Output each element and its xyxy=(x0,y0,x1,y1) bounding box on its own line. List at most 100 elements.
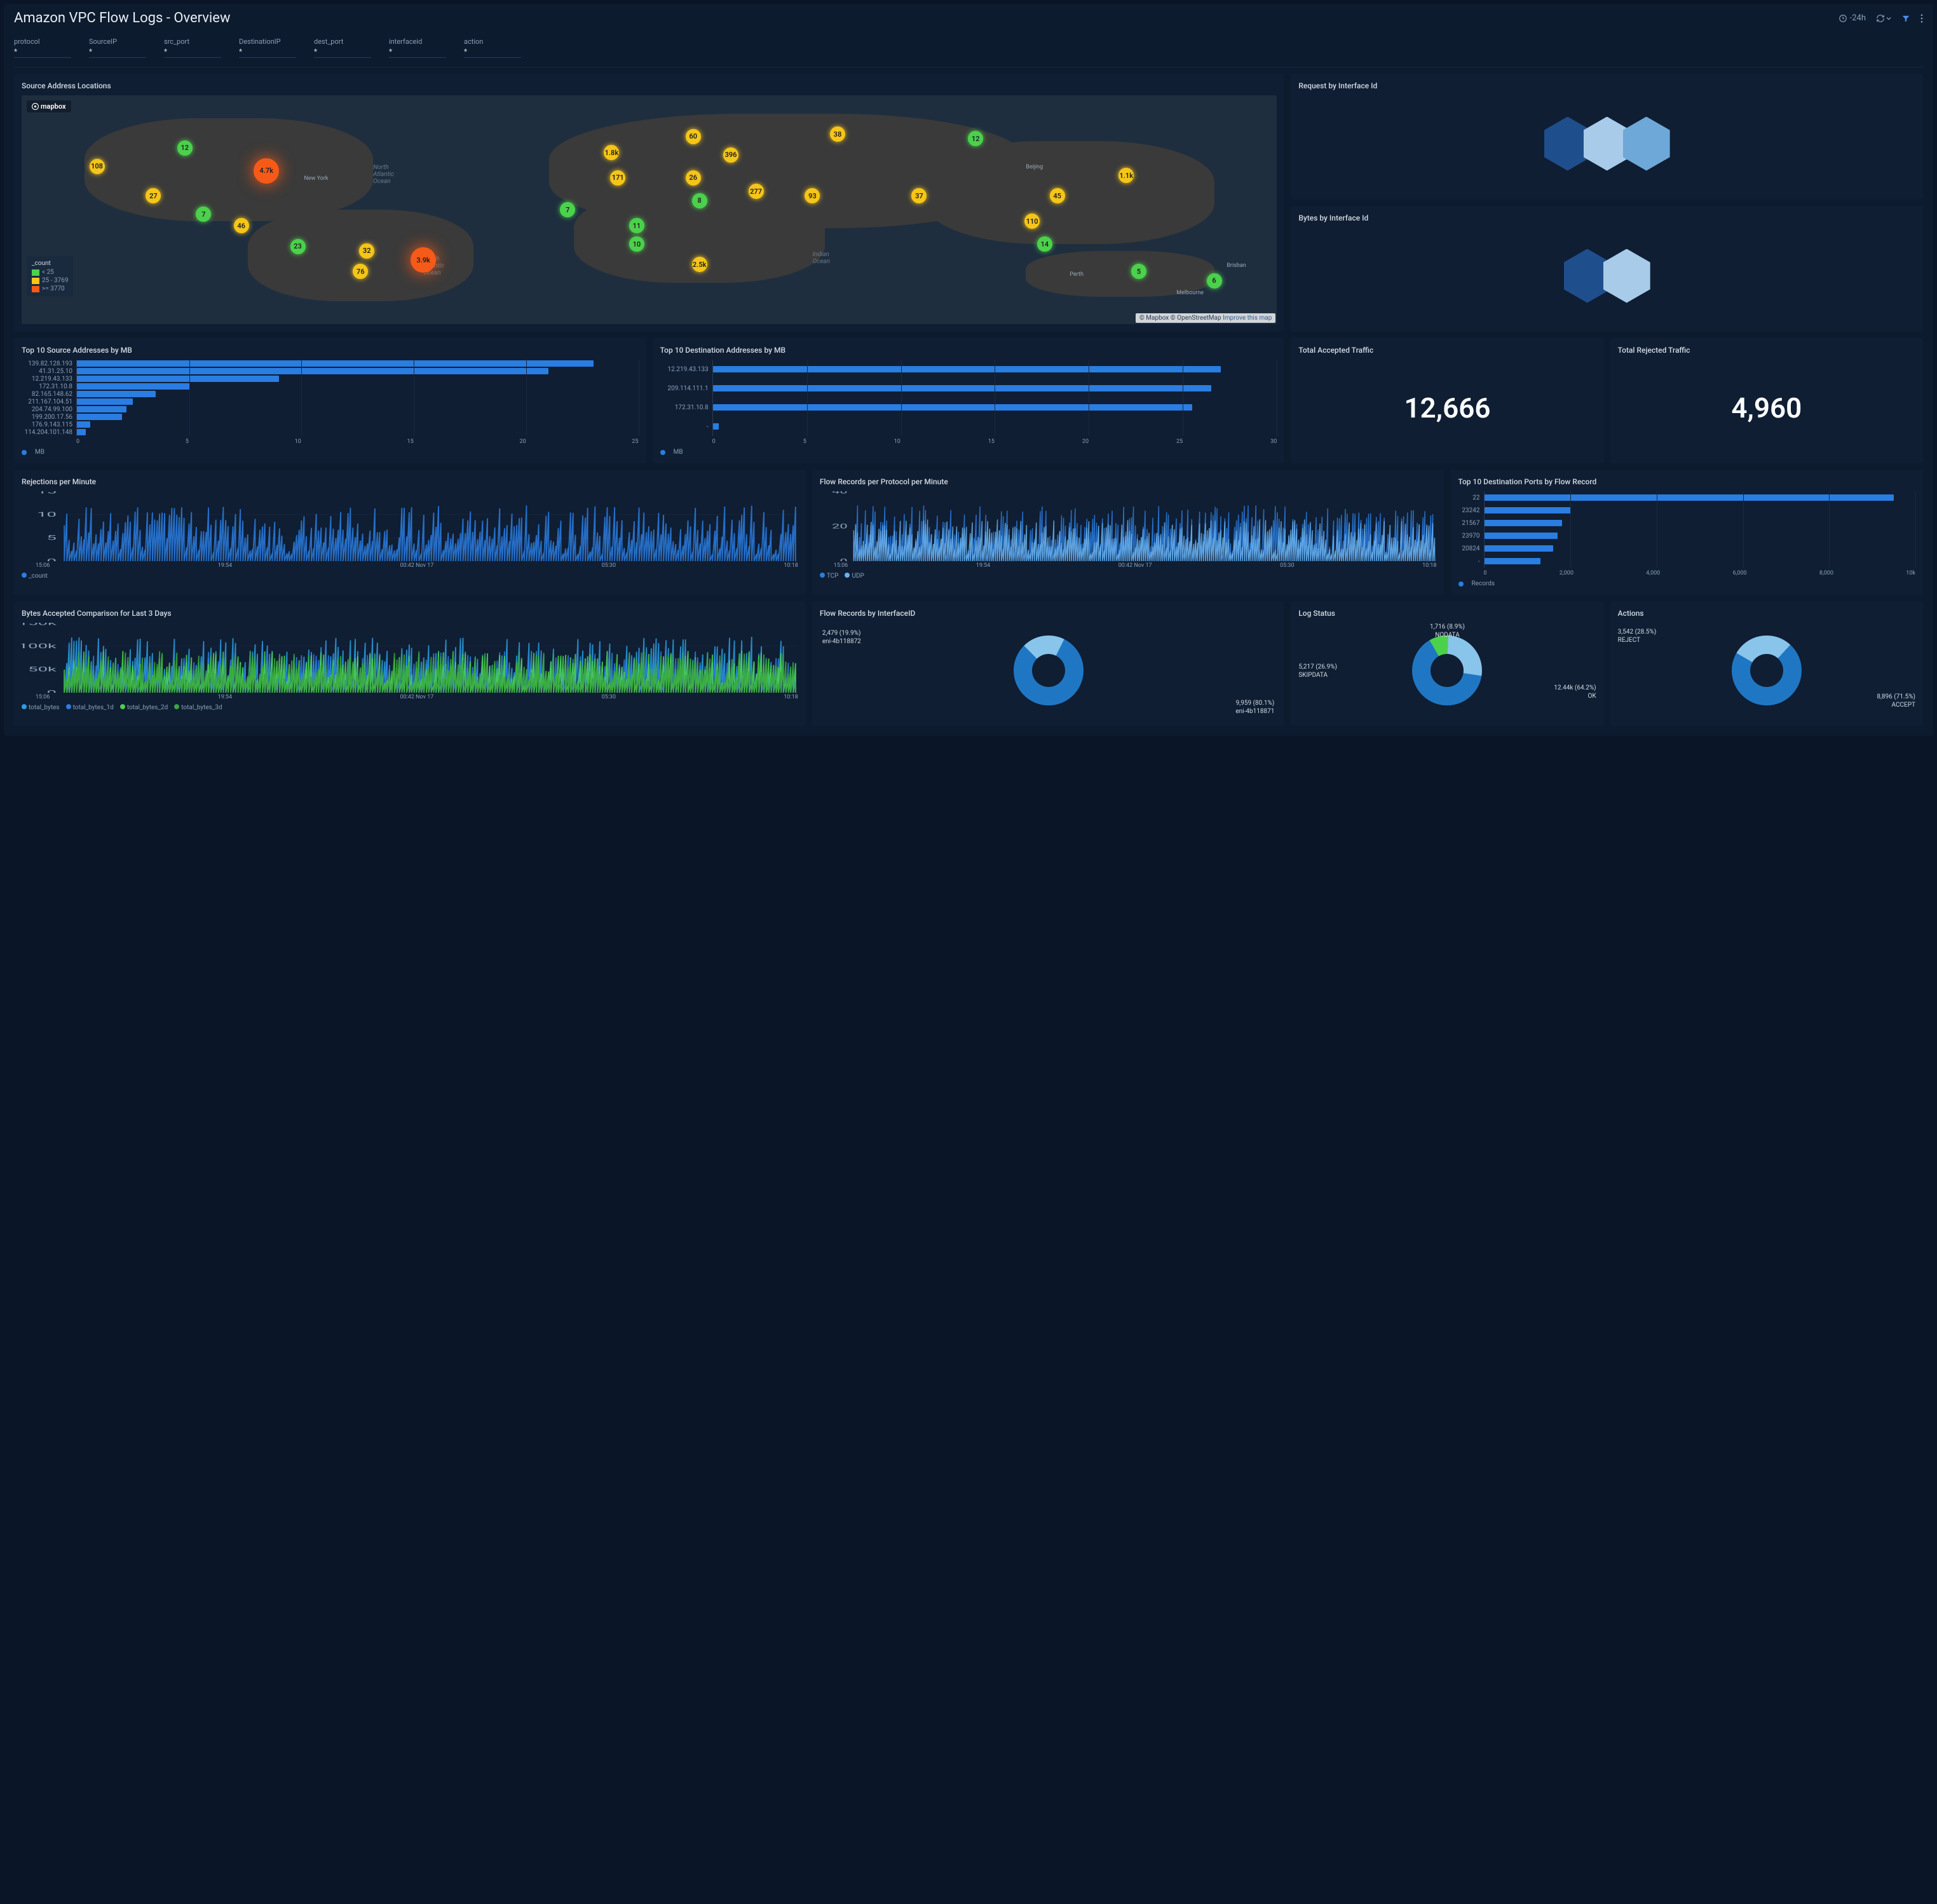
map-bubble[interactable]: 8 xyxy=(692,193,707,208)
map-bubble[interactable]: 277 xyxy=(749,184,764,199)
map-bubble[interactable]: 32 xyxy=(359,243,374,259)
svg-text:100k: 100k xyxy=(22,643,57,649)
bar-label: 172.31.10.8 xyxy=(660,404,709,411)
bar[interactable] xyxy=(713,423,719,430)
bar[interactable] xyxy=(77,406,126,412)
map-bubble[interactable]: 3.9k xyxy=(411,247,436,273)
map-bubble[interactable]: 12 xyxy=(968,131,983,146)
map-bubble[interactable]: 37 xyxy=(911,188,927,203)
map-bubble[interactable]: 108 xyxy=(90,159,105,174)
map-bubble[interactable]: 76 xyxy=(353,264,368,279)
map-bubble[interactable]: 23 xyxy=(290,239,306,254)
map-bubble[interactable]: 396 xyxy=(723,147,738,163)
bar-label: - xyxy=(660,423,709,430)
bar[interactable] xyxy=(713,385,1211,391)
filter-destport[interactable]: dest_port* xyxy=(314,37,371,58)
map-bubble[interactable]: 26 xyxy=(686,170,701,186)
svg-text:15: 15 xyxy=(37,491,57,495)
hex-cell[interactable] xyxy=(1603,249,1650,303)
map-bubble[interactable]: 7 xyxy=(560,202,575,217)
bar[interactable] xyxy=(77,421,90,428)
bar[interactable] xyxy=(713,366,1221,372)
bar-chart[interactable]: 139.82.128.19341.31.25.1012.219.43.13317… xyxy=(22,360,639,456)
filter-srcport[interactable]: src_port* xyxy=(164,37,221,58)
bar[interactable] xyxy=(1485,507,1571,513)
bar[interactable] xyxy=(1485,494,1894,501)
bar[interactable] xyxy=(77,360,594,367)
time-range-picker[interactable]: -24h xyxy=(1838,13,1866,23)
svg-text:5: 5 xyxy=(47,534,57,541)
legend-label: total_bytes xyxy=(29,704,60,711)
bar[interactable] xyxy=(77,368,548,374)
hex-cell[interactable] xyxy=(1623,117,1670,171)
filter-destinationip[interactable]: DestinationIP* xyxy=(239,37,296,58)
map-bubble[interactable]: 93 xyxy=(805,188,820,203)
bar[interactable] xyxy=(1485,533,1558,539)
bar[interactable] xyxy=(77,398,133,405)
more-icon[interactable] xyxy=(1920,14,1923,23)
refresh-button[interactable] xyxy=(1876,14,1891,23)
filter-icon[interactable] xyxy=(1901,14,1910,23)
filter-sourceip[interactable]: SourceIP* xyxy=(89,37,146,58)
map-bubble[interactable]: 38 xyxy=(830,126,845,142)
hex-chart[interactable] xyxy=(1298,228,1915,324)
filter-protocol[interactable]: protocol* xyxy=(14,37,71,58)
donut-chart[interactable]: 1,716 (8.9%)NODATA5,217 (26.9%)SKIPDATA1… xyxy=(1298,623,1596,718)
legend-label: MB xyxy=(35,449,44,456)
legend-label: total_bytes_2d xyxy=(127,704,168,711)
timeseries-chart[interactable]: 05101515:0619:5400:42 Nov 1705:3010:18_c… xyxy=(22,491,798,587)
filter-interfaceid[interactable]: interfaceid* xyxy=(389,37,446,58)
map-bubble[interactable]: 46 xyxy=(234,218,249,233)
donut-chart[interactable]: 2,479 (19.9%)eni-4b1188729,959 (80.1%)en… xyxy=(820,623,1277,718)
hex-chart[interactable] xyxy=(1298,95,1915,192)
bar-label: 12.219.43.133 xyxy=(660,366,709,373)
map-bubble[interactable]: 4.7k xyxy=(254,158,279,184)
bar-chart[interactable]: 2223242215672397020824-02,0004,0006,0008… xyxy=(1458,491,1916,587)
svg-text:0: 0 xyxy=(47,558,57,561)
donut-label: 2,479 (19.9%)eni-4b118872 xyxy=(822,629,861,646)
bar[interactable] xyxy=(77,383,189,390)
donut-chart[interactable]: 3,542 (28.5%)REJECT8,896 (71.5%)ACCEPT xyxy=(1618,623,1915,718)
map-bubble[interactable]: 1.8k xyxy=(604,145,619,160)
map-bubble[interactable]: 11 xyxy=(629,218,644,233)
map-bubble[interactable]: 10 xyxy=(629,236,644,252)
bar[interactable] xyxy=(77,391,156,397)
svg-text:50k: 50k xyxy=(28,666,57,673)
bar[interactable] xyxy=(77,376,279,382)
bar[interactable] xyxy=(77,414,122,420)
panel-flow-interfaceid: Flow Records by InterfaceID 2,479 (19.9%… xyxy=(812,601,1285,726)
map-bubble[interactable]: 7 xyxy=(196,207,211,222)
bar[interactable] xyxy=(1485,520,1562,526)
bar[interactable] xyxy=(1485,558,1540,564)
panel-log-status: Log Status 1,716 (8.9%)NODATA5,217 (26.9… xyxy=(1291,601,1603,726)
bar[interactable] xyxy=(77,429,86,435)
panel-bytes-interface: Bytes by Interface Id xyxy=(1291,206,1923,332)
map-bubble[interactable]: 110 xyxy=(1024,214,1040,229)
map-bubble[interactable]: 1.1k xyxy=(1118,168,1134,183)
stat-value: 12,666 xyxy=(1298,360,1596,456)
bar[interactable] xyxy=(1485,545,1554,552)
panel-rejections-minute: Rejections per Minute 05101515:0619:5400… xyxy=(14,470,806,595)
world-map[interactable]: NorthAtlanticOcean SouthAtlanticOcean In… xyxy=(22,95,1277,324)
map-bubble[interactable]: 45 xyxy=(1050,188,1065,203)
map-bubble[interactable]: 60 xyxy=(686,129,701,144)
map-bubble[interactable]: 12 xyxy=(177,140,193,156)
map-bubble[interactable]: 171 xyxy=(610,170,625,186)
panel-top-ports: Top 10 Destination Ports by Flow Record … xyxy=(1451,470,1924,595)
improve-map-link[interactable]: Improve this map xyxy=(1223,315,1272,322)
bar-chart[interactable]: 12.219.43.133209.114.111.1172.31.10.8-05… xyxy=(660,360,1277,456)
bar-label: 12.219.43.133 xyxy=(22,376,72,383)
map-bubble[interactable]: 27 xyxy=(146,188,161,203)
panel-flow-protocol: Flow Records per Protocol per Minute 020… xyxy=(812,470,1444,595)
map-bubble[interactable]: 6 xyxy=(1207,273,1222,289)
map-bubble[interactable]: 14 xyxy=(1037,236,1052,252)
filter-action[interactable]: action* xyxy=(464,37,521,58)
map-bubble[interactable]: 2.5k xyxy=(692,257,707,272)
timeseries-chart[interactable]: 0204015:0619:5400:42 Nov 1705:3010:18TCP… xyxy=(820,491,1437,587)
svg-text:40: 40 xyxy=(832,491,848,495)
svg-text:10: 10 xyxy=(37,511,57,518)
panel-map: Source Address Locations NorthAtlanticOc… xyxy=(14,74,1284,332)
map-bubble[interactable]: 5 xyxy=(1131,264,1146,279)
bar[interactable] xyxy=(713,404,1193,411)
timeseries-chart[interactable]: 050k100k150k15:0619:5400:42 Nov 1705:301… xyxy=(22,623,798,718)
